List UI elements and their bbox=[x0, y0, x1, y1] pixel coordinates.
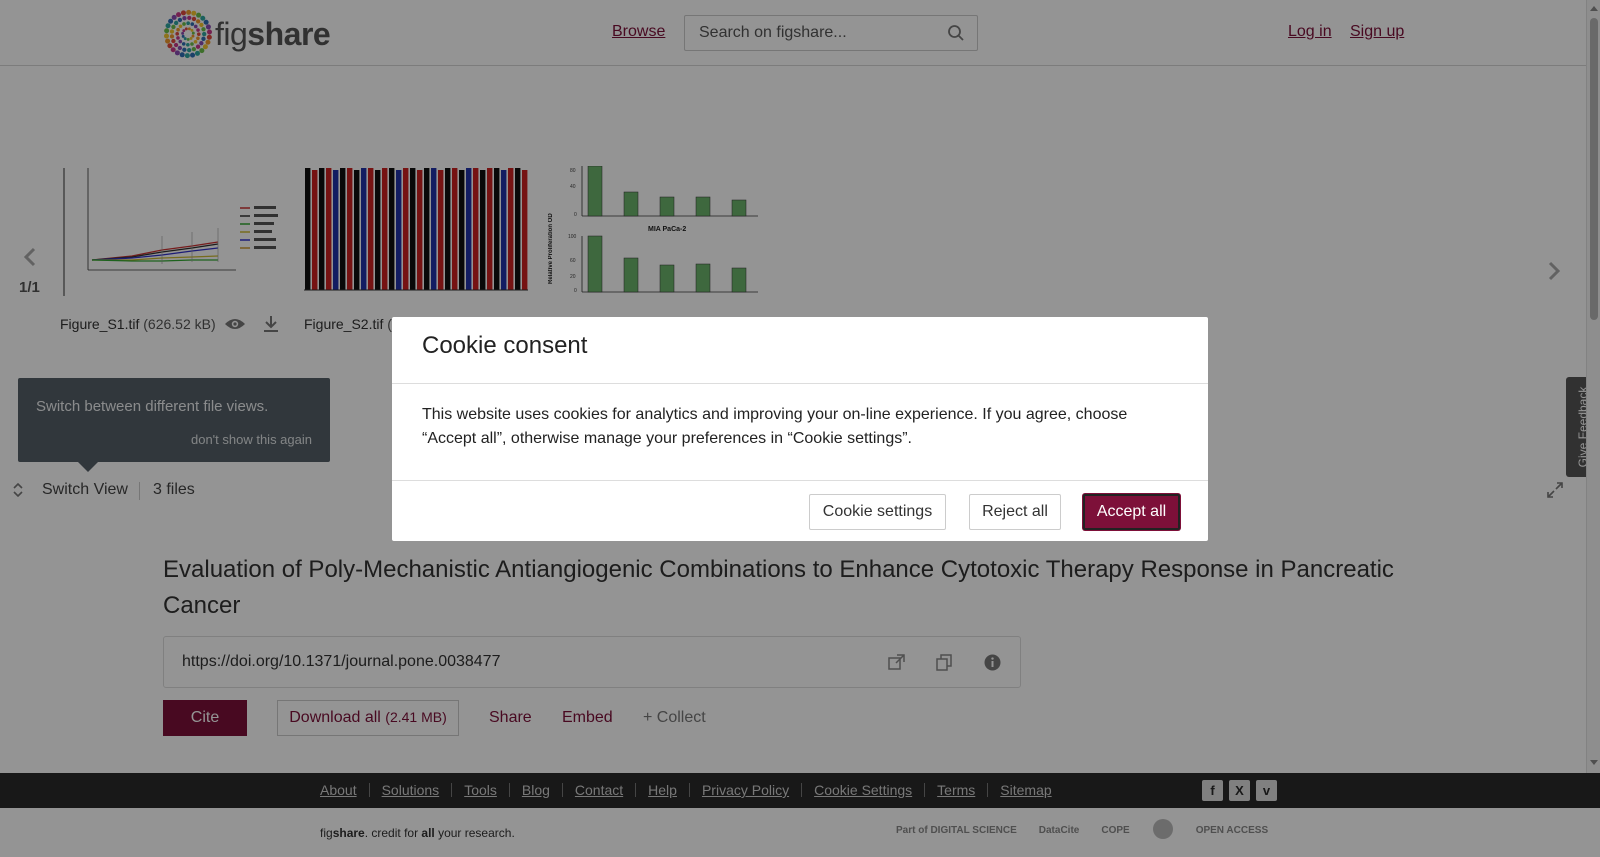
cookie-dialog-header: Cookie consent bbox=[392, 317, 1208, 384]
accept-all-button[interactable]: Accept all bbox=[1083, 494, 1180, 530]
cookie-dialog-body: This website uses cookies for analytics … bbox=[422, 406, 1128, 447]
cookie-dialog-footer: Cookie settings Reject all Accept all bbox=[392, 480, 1208, 541]
cookie-consent-dialog: Cookie consent This website uses cookies… bbox=[392, 317, 1208, 541]
reject-all-button[interactable]: Reject all bbox=[969, 494, 1061, 530]
cookie-settings-button[interactable]: Cookie settings bbox=[809, 494, 946, 530]
cookie-dialog-title: Cookie consent bbox=[422, 332, 588, 359]
